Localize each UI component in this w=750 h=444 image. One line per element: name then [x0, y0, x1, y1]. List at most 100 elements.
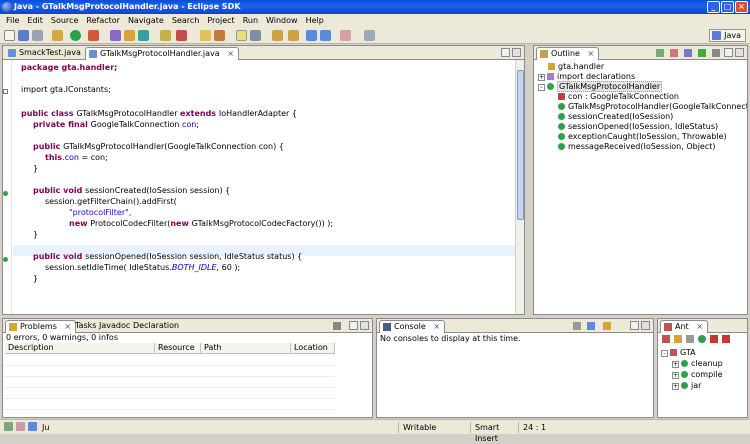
remove-all-icon[interactable]	[722, 335, 730, 343]
close-button[interactable]: ×	[735, 1, 748, 13]
expand-icon[interactable]: +	[672, 361, 679, 368]
close-tab-icon[interactable]: ×	[588, 49, 595, 58]
last-edit-icon[interactable]	[340, 30, 351, 41]
sort-icon[interactable]	[656, 49, 664, 57]
fast-view-icon[interactable]	[28, 422, 37, 431]
hide-internal-icon[interactable]	[686, 335, 694, 343]
menu-source[interactable]: Source	[47, 14, 82, 27]
search-buildfile-icon[interactable]	[674, 335, 682, 343]
maximize-view-icon[interactable]	[512, 48, 521, 57]
window-title: Java - GTalkMsgProtocolHandler.java - Ec…	[14, 2, 241, 11]
open-folder-icon[interactable]	[200, 30, 211, 41]
save-icon[interactable]	[18, 30, 29, 41]
expand-icon[interactable]: +	[672, 383, 679, 390]
fast-view-icon[interactable]	[16, 422, 25, 431]
maximize-view-icon[interactable]	[735, 48, 744, 57]
tab-gtalkmsgprotocolhandler[interactable]: GTalkMsgProtocolHandler.java ×	[85, 47, 239, 60]
nav-history-icon[interactable]	[364, 30, 375, 41]
tab-smacktest[interactable]: SmackTest.java	[5, 47, 85, 60]
outline-item-package[interactable]: gta.handler	[548, 62, 604, 72]
run-target-icon[interactable]	[698, 335, 706, 343]
debug-icon[interactable]	[52, 30, 63, 41]
minimize-button[interactable]: _	[707, 1, 720, 13]
run-icon[interactable]	[70, 30, 81, 41]
minimize-view-icon[interactable]	[501, 48, 510, 57]
column-resource[interactable]: Resource	[155, 343, 201, 354]
collapse-icon[interactable]: -	[661, 350, 668, 357]
minimize-view-icon[interactable]	[724, 48, 733, 57]
ant-buildfile-gta[interactable]: - GTA	[661, 348, 696, 358]
remove-icon[interactable]	[710, 335, 718, 343]
perspective-java[interactable]: Java	[709, 29, 746, 42]
column-description[interactable]: Description	[5, 343, 155, 354]
search-icon[interactable]	[176, 30, 187, 41]
minimize-view-icon[interactable]	[630, 321, 639, 330]
ant-target[interactable]: + cleanup	[672, 359, 723, 369]
back-icon[interactable]	[306, 30, 317, 41]
ant-target[interactable]: + compile	[672, 370, 723, 380]
ant-target[interactable]: + jar	[672, 381, 701, 391]
editor-scrollbar[interactable]	[515, 60, 524, 314]
collapse-icon[interactable]: -	[538, 84, 545, 91]
outline-item-constructor[interactable]: GTalkMsgProtocolHandler(GoogleTalkConnec…	[558, 102, 747, 112]
fast-view-icon[interactable]	[4, 422, 13, 431]
tab-problems[interactable]: Problems ×	[5, 320, 77, 333]
expand-icon[interactable]: +	[538, 74, 545, 81]
menu-help[interactable]: Help	[302, 14, 328, 27]
outline-item-class[interactable]: - GTalkMsgProtocolHandler	[538, 81, 663, 92]
toggle-mark-icon[interactable]	[250, 30, 261, 41]
new-class-icon[interactable]	[138, 30, 149, 41]
menu-window[interactable]: Window	[262, 14, 302, 27]
new-java-project-icon[interactable]	[110, 30, 121, 41]
open-console-icon[interactable]	[603, 322, 611, 330]
fold-icon[interactable]	[3, 89, 8, 94]
pin-console-icon[interactable]	[573, 322, 581, 330]
column-location[interactable]: Location	[291, 343, 335, 354]
editor-scroll-thumb[interactable]	[517, 70, 524, 220]
display-console-icon[interactable]	[587, 322, 595, 330]
new-icon[interactable]	[4, 30, 15, 41]
menu-edit[interactable]: Edit	[23, 14, 47, 27]
menu-navigate[interactable]: Navigate	[124, 14, 168, 27]
open-type-icon[interactable]	[160, 30, 171, 41]
open-resource-icon[interactable]	[214, 30, 225, 41]
view-menu-icon[interactable]	[712, 49, 720, 57]
column-path[interactable]: Path	[201, 343, 291, 354]
expand-icon[interactable]: +	[672, 372, 679, 379]
code-line: private final GoogleTalkConnection con;	[33, 120, 200, 129]
highlight-icon[interactable]	[236, 30, 247, 41]
new-package-icon[interactable]	[124, 30, 135, 41]
menu-search[interactable]: Search	[168, 14, 203, 27]
tab-declaration[interactable]: Declaration	[129, 320, 183, 333]
hide-nonpublic-icon[interactable]	[698, 49, 706, 57]
menu-refactor[interactable]: Refactor	[82, 14, 124, 27]
outline-item-method[interactable]: exceptionCaught(IoSession, Throwable)	[558, 132, 727, 142]
menu-run[interactable]: Run	[239, 14, 262, 27]
forward-icon[interactable]	[320, 30, 331, 41]
print-icon[interactable]	[32, 30, 43, 41]
close-tab-icon[interactable]: ×	[433, 322, 440, 331]
filter-icon[interactable]	[333, 322, 341, 330]
close-tab-icon[interactable]: ×	[696, 322, 703, 331]
menu-file[interactable]: File	[2, 14, 23, 27]
previous-annotation-icon[interactable]	[288, 30, 299, 41]
outline-item-field[interactable]: con : GoogleTalkConnection	[558, 92, 679, 102]
add-buildfile-icon[interactable]	[662, 335, 670, 343]
maximize-button[interactable]: □	[721, 1, 734, 13]
hide-static-icon[interactable]	[684, 49, 692, 57]
problems-icon	[9, 323, 17, 331]
maximize-view-icon[interactable]	[360, 321, 369, 330]
external-tools-icon[interactable]	[88, 30, 99, 41]
tab-ant[interactable]: Ant ×	[660, 320, 708, 333]
tab-outline[interactable]: Outline ×	[536, 47, 600, 60]
outline-item-method[interactable]: sessionOpened(IoSession, IdleStatus)	[558, 122, 718, 132]
close-tab-icon[interactable]: ×	[227, 49, 234, 58]
tab-console[interactable]: Console ×	[379, 320, 446, 333]
outline-item-method[interactable]: sessionCreated(IoSession)	[558, 112, 673, 122]
maximize-view-icon[interactable]	[641, 321, 650, 330]
hide-fields-icon[interactable]	[670, 49, 678, 57]
outline-item-method[interactable]: messageReceived(IoSession, Object)	[558, 142, 716, 152]
minimize-view-icon[interactable]	[349, 321, 358, 330]
menu-project[interactable]: Project	[203, 14, 238, 27]
next-annotation-icon[interactable]	[272, 30, 283, 41]
